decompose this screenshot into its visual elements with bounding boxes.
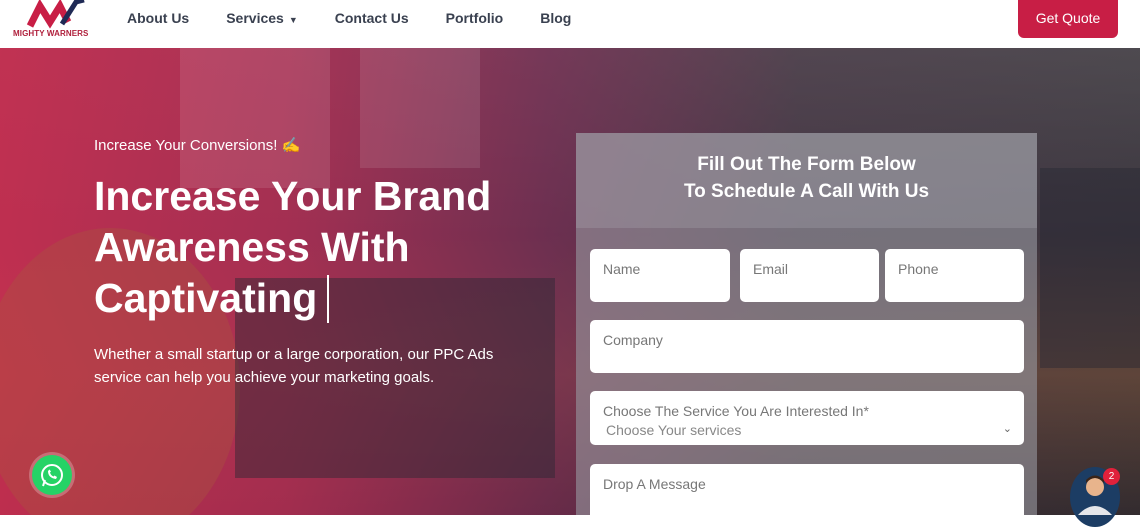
hero-section: Increase Your Conversions! ✍ Increase Yo… (0, 48, 1140, 515)
whatsapp-icon (41, 464, 63, 487)
top-navbar: MIGHTY WARNERS About Us Services ▼ Contac… (0, 0, 1140, 48)
service-select[interactable]: Choose The Service You Are Interested In… (590, 391, 1024, 445)
company-field[interactable]: Company (590, 320, 1024, 373)
form-title-line1: Fill Out The Form Below (697, 154, 916, 175)
name-field[interactable]: Name (590, 249, 730, 302)
form-title-line2: To Schedule A Call With Us (683, 181, 930, 202)
main-nav: About Us Services ▼ Contact Us Portfolio … (127, 10, 608, 26)
nav-blog[interactable]: Blog (540, 10, 571, 26)
logo-mark (26, 0, 85, 29)
email-field-placeholder: Email (753, 261, 789, 277)
nav-portfolio[interactable]: Portfolio (446, 10, 504, 26)
brand-name: MIGHTY WARNERS (13, 29, 89, 38)
service-select-label: Choose The Service You Are Interested In… (603, 403, 869, 419)
email-field[interactable]: Email (740, 249, 879, 302)
typing-cursor (327, 275, 330, 323)
phone-field-placeholder: Phone (898, 261, 939, 277)
name-field-placeholder: Name (603, 261, 641, 277)
company-field-placeholder: Company (603, 332, 663, 348)
hero-headline: Increase Your Brand Awareness With Capti… (94, 171, 564, 324)
chevron-down-icon: ⌄ (1002, 423, 1012, 435)
chat-notification-badge: 2 (1103, 468, 1120, 485)
get-quote-button[interactable]: Get Quote (1018, 0, 1118, 38)
form-title: Fill Out The Form Below To Schedule A Ca… (576, 151, 1037, 205)
hero-headline-text: Increase Your Brand Awareness With Capti… (94, 173, 492, 321)
hero-subtext: Whether a small startup or a large corpo… (94, 346, 494, 386)
nav-services-label: Services (226, 10, 284, 26)
phone-field[interactable]: Phone (885, 249, 1024, 302)
background-monitor (1040, 168, 1140, 368)
nav-services[interactable]: Services ▼ (226, 10, 298, 26)
hero-eyebrow: Increase Your Conversions! ✍ (94, 137, 301, 154)
nav-contact-us[interactable]: Contact Us (335, 10, 409, 26)
nav-about-us[interactable]: About Us (127, 10, 189, 26)
contact-form-panel: Fill Out The Form Below To Schedule A Ca… (576, 133, 1037, 515)
whatsapp-button[interactable] (32, 455, 72, 495)
background-window (180, 48, 330, 188)
service-select-value: Choose Your services (606, 422, 742, 438)
message-field[interactable]: Drop A Message (590, 464, 1024, 515)
message-field-placeholder: Drop A Message (603, 476, 706, 492)
caret-down-icon: ▼ (288, 15, 298, 25)
background-window (360, 48, 480, 168)
